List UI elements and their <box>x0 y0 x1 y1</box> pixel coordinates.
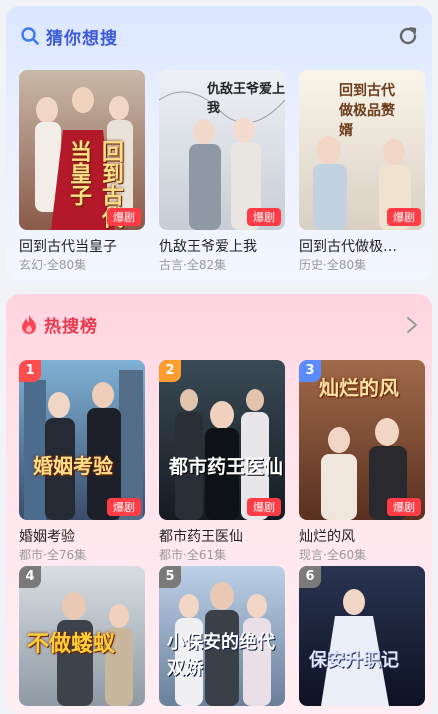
poster-title-art: 保安升职记 <box>309 650 399 671</box>
rank-badge: 5 <box>159 566 181 588</box>
hit-badge: 爆剧 <box>107 498 141 516</box>
poster-title-art: 小保安的绝代双娇 <box>167 632 275 679</box>
chevron-right-icon[interactable] <box>404 316 420 334</box>
drama-poster[interactable]: 仇敌王爷爱上我 爆剧 <box>159 70 285 230</box>
poster-title-art: 婚姻考验 <box>33 454 113 478</box>
hit-badge: 爆剧 <box>387 208 421 226</box>
guess-header: 猜你想搜 <box>20 24 118 49</box>
rank-badge: 4 <box>19 566 41 588</box>
search-icon <box>21 27 39 45</box>
hit-badge: 爆剧 <box>247 498 281 516</box>
hit-badge: 爆剧 <box>247 208 281 226</box>
poster-title-art: 灿烂的风 <box>319 376 399 400</box>
rank-badge: 6 <box>299 566 321 588</box>
drama-poster[interactable]: 都市药王医仙 2 爆剧 <box>159 360 285 520</box>
drama-poster[interactable]: 保安升职记 6 <box>299 566 425 706</box>
fire-icon <box>22 315 36 334</box>
drama-poster[interactable]: 灿烂的风 3 爆剧 <box>299 360 425 520</box>
rank-badge: 2 <box>159 360 181 382</box>
refresh-icon[interactable] <box>396 24 420 48</box>
poster-title-art: 都市药王医仙 <box>169 456 284 478</box>
guess-title: 猜你想搜 <box>46 28 118 49</box>
rank-badge: 1 <box>19 360 41 382</box>
drama-title[interactable]: 灿烂的风 <box>299 526 425 546</box>
hot-header: 热搜榜 <box>20 312 98 337</box>
drama-title[interactable]: 回到古代做极… <box>299 236 425 256</box>
drama-meta: 现言·全60集 <box>299 548 367 562</box>
poster-title-art: 仇敌王爷爱上我 <box>207 82 285 116</box>
drama-poster[interactable]: 回到古代做极品赘婿 爆剧 <box>299 70 425 230</box>
drama-title[interactable]: 仇敌王爷爱上我 <box>159 236 285 256</box>
poster-title-art: 不做蝼蚁 <box>27 631 116 657</box>
guess-section: 猜你想搜 回到古代当皇子 爆剧 回到古代当皇子 玄幻·全80集 仇敌王爷爱上我 … <box>6 6 432 282</box>
drama-poster[interactable]: 回到古代当皇子 爆剧 <box>19 70 145 230</box>
drama-poster[interactable]: 不做蝼蚁 4 <box>19 566 145 706</box>
poster-title-art: 回到古代做极品赘婿 <box>339 83 395 139</box>
rank-badge: 3 <box>299 360 321 382</box>
poster-image <box>159 360 285 520</box>
drama-title[interactable]: 都市药王医仙 <box>159 526 285 546</box>
hot-section: 热搜榜 婚姻考验 1 爆剧 婚姻考验 都市·全76集 都市药王医仙 2 爆剧 都… <box>6 294 432 714</box>
drama-meta: 玄幻·全80集 <box>19 258 87 272</box>
drama-meta: 古言·全82集 <box>159 258 227 272</box>
drama-meta: 都市·全61集 <box>159 548 227 562</box>
drama-title[interactable]: 婚姻考验 <box>19 526 145 546</box>
drama-poster[interactable]: 婚姻考验 1 爆剧 <box>19 360 145 520</box>
hot-title: 热搜榜 <box>44 316 98 337</box>
hit-badge: 爆剧 <box>107 208 141 226</box>
drama-meta: 都市·全76集 <box>19 548 87 562</box>
drama-poster[interactable]: 小保安的绝代双娇 5 <box>159 566 285 706</box>
drama-title[interactable]: 回到古代当皇子 <box>19 236 145 256</box>
hit-badge: 爆剧 <box>387 498 421 516</box>
poster-image <box>299 566 425 706</box>
poster-image <box>19 360 145 520</box>
drama-meta: 历史·全80集 <box>299 258 367 272</box>
